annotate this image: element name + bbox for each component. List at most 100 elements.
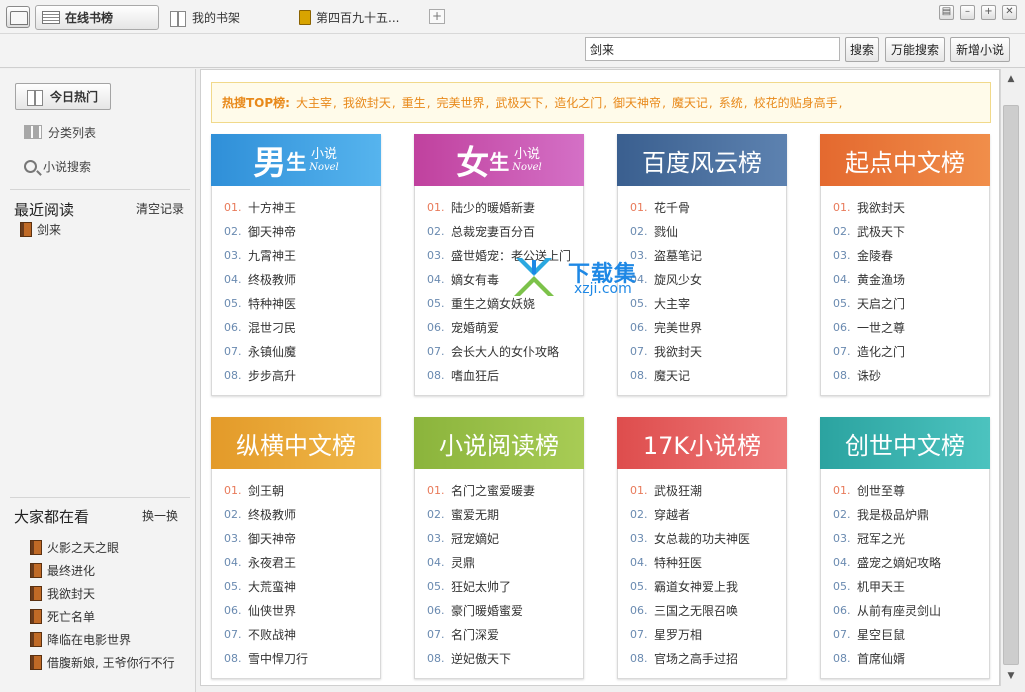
- ranking-item[interactable]: 02. 御天神帝: [224, 219, 374, 243]
- clear-records-link[interactable]: 清空记录: [136, 200, 184, 217]
- ranking-item[interactable]: 02. 终极教师: [224, 502, 374, 526]
- refresh-link[interactable]: 换一换: [142, 507, 178, 524]
- app-logo-icon[interactable]: [6, 6, 30, 28]
- universal-search-button[interactable]: 万能搜索: [885, 37, 945, 62]
- vertical-scrollbar[interactable]: ▲ ▼: [1000, 69, 1020, 686]
- ranking-item[interactable]: 05. 重生之嫡女妖娆: [427, 291, 577, 315]
- search-input[interactable]: [585, 37, 840, 61]
- ranking-item[interactable]: 04. 终极教师: [224, 267, 374, 291]
- tab-bookshelf[interactable]: 我的书架: [163, 5, 273, 30]
- nav-novel-search[interactable]: 小说搜索: [24, 155, 91, 177]
- ranking-item[interactable]: 01. 花千骨: [630, 195, 780, 219]
- hot-search-item[interactable]: 校花的贴身高手: [754, 94, 838, 111]
- ranking-item[interactable]: 01. 武极狂潮: [630, 478, 780, 502]
- nav-category-list[interactable]: 分类列表: [24, 121, 96, 143]
- ranking-item[interactable]: 03. 女总裁的功夫神医: [630, 526, 780, 550]
- ranking-item[interactable]: 01. 创世至尊: [833, 478, 983, 502]
- ranking-item[interactable]: 03. 金陵春: [833, 243, 983, 267]
- ranking-item[interactable]: 03. 盛世婚宠：老公送上门: [427, 243, 577, 267]
- ranking-item[interactable]: 02. 我是极品炉鼎: [833, 502, 983, 526]
- popular-book-item[interactable]: 借腹新娘, 王爷你行不行: [30, 653, 175, 671]
- ranking-item[interactable]: 06. 三国之无限召唤: [630, 598, 780, 622]
- ranking-item[interactable]: 04. 黄金渔场: [833, 267, 983, 291]
- ranking-item[interactable]: 03. 盗墓笔记: [630, 243, 780, 267]
- card-header[interactable]: 百度风云榜: [617, 134, 787, 186]
- hot-search-item[interactable]: 武极天下: [495, 94, 543, 111]
- ranking-item[interactable]: 08. 逆妃傲天下: [427, 646, 577, 670]
- ranking-item[interactable]: 07. 星空巨鼠: [833, 622, 983, 646]
- ranking-item[interactable]: 05. 天启之门: [833, 291, 983, 315]
- scroll-up-icon[interactable]: ▲: [1003, 71, 1019, 87]
- card-header[interactable]: 纵横中文榜: [211, 417, 381, 469]
- ranking-item[interactable]: 07. 会长大人的女仆攻略: [427, 339, 577, 363]
- ranking-item[interactable]: 01. 名门之蜜爱暖妻: [427, 478, 577, 502]
- ranking-item[interactable]: 01. 陆少的暖婚新妻: [427, 195, 577, 219]
- ranking-item[interactable]: 04. 灵鼎: [427, 550, 577, 574]
- hot-search-item[interactable]: 完美世界: [437, 94, 485, 111]
- ranking-item[interactable]: 03. 御天神帝: [224, 526, 374, 550]
- popular-book-item[interactable]: 死亡名单: [30, 607, 95, 625]
- hot-search-item[interactable]: 我欲封天: [343, 94, 391, 111]
- ranking-item[interactable]: 05. 狂妃太帅了: [427, 574, 577, 598]
- ranking-item[interactable]: 04. 特种狂医: [630, 550, 780, 574]
- search-button[interactable]: 搜索: [845, 37, 879, 62]
- close-icon[interactable]: ✕: [1002, 5, 1017, 20]
- ranking-item[interactable]: 06. 豪门暖婚蜜爱: [427, 598, 577, 622]
- hot-search-item[interactable]: 系统: [719, 94, 743, 111]
- ranking-item[interactable]: 07. 名门深爱: [427, 622, 577, 646]
- ranking-item[interactable]: 06. 一世之尊: [833, 315, 983, 339]
- hot-search-item[interactable]: 重生: [402, 94, 426, 111]
- ranking-item[interactable]: 05. 大荒蛮神: [224, 574, 374, 598]
- card-header[interactable]: 小说阅读榜: [414, 417, 584, 469]
- ranking-item[interactable]: 02. 武极天下: [833, 219, 983, 243]
- ranking-item[interactable]: 03. 冠军之光: [833, 526, 983, 550]
- ranking-item[interactable]: 02. 穿越者: [630, 502, 780, 526]
- card-header[interactable]: 起点中文榜: [820, 134, 990, 186]
- ranking-item[interactable]: 08. 官场之高手过招: [630, 646, 780, 670]
- maximize-icon[interactable]: +: [981, 5, 996, 20]
- ranking-item[interactable]: 07. 我欲封天: [630, 339, 780, 363]
- ranking-item[interactable]: 05. 大主宰: [630, 291, 780, 315]
- ranking-item[interactable]: 07. 不败战神: [224, 622, 374, 646]
- tab-current-book[interactable]: 第四百九十五...: [293, 5, 423, 30]
- ranking-item[interactable]: 05. 霸道女神爱上我: [630, 574, 780, 598]
- scroll-down-icon[interactable]: ▼: [1003, 668, 1019, 684]
- ranking-item[interactable]: 07. 造化之门: [833, 339, 983, 363]
- nav-today-hot[interactable]: 今日热门: [15, 83, 111, 110]
- ranking-item[interactable]: 02. 蜜爱无期: [427, 502, 577, 526]
- ranking-item[interactable]: 04. 嫡女有毒: [427, 267, 577, 291]
- card-header[interactable]: 女生小说 Novel: [414, 134, 584, 186]
- popular-book-item[interactable]: 我欲封天: [30, 584, 95, 602]
- ranking-item[interactable]: 08. 嗜血狂后: [427, 363, 577, 387]
- ranking-item[interactable]: 08. 步步高升: [224, 363, 374, 387]
- ranking-item[interactable]: 04. 旋风少女: [630, 267, 780, 291]
- ranking-item[interactable]: 03. 九霄神王: [224, 243, 374, 267]
- ranking-item[interactable]: 02. 戮仙: [630, 219, 780, 243]
- ranking-item[interactable]: 08. 雪中悍刀行: [224, 646, 374, 670]
- add-tab-button[interactable]: +: [429, 9, 445, 24]
- popular-book-item[interactable]: 降临在电影世界: [30, 630, 131, 648]
- minimize-icon[interactable]: –: [960, 5, 975, 20]
- hot-search-item[interactable]: 御天神帝: [613, 94, 661, 111]
- ranking-item[interactable]: 06. 完美世界: [630, 315, 780, 339]
- card-header[interactable]: 17K小说榜: [617, 417, 787, 469]
- hot-search-item[interactable]: 大主宰: [296, 94, 332, 111]
- hot-search-item[interactable]: 魔天记: [672, 94, 708, 111]
- ranking-item[interactable]: 01. 剑王朝: [224, 478, 374, 502]
- ranking-item[interactable]: 02. 总裁宠妻百分百: [427, 219, 577, 243]
- settings-icon[interactable]: ▤: [939, 5, 954, 20]
- ranking-item[interactable]: 06. 混世刁民: [224, 315, 374, 339]
- ranking-item[interactable]: 05. 机甲天王: [833, 574, 983, 598]
- ranking-item[interactable]: 08. 诛砂: [833, 363, 983, 387]
- ranking-item[interactable]: 06. 宠婚萌爱: [427, 315, 577, 339]
- ranking-item[interactable]: 05. 特种神医: [224, 291, 374, 315]
- ranking-item[interactable]: 08. 魔天记: [630, 363, 780, 387]
- card-header[interactable]: 创世中文榜: [820, 417, 990, 469]
- tab-online-rankings[interactable]: 在线书榜: [35, 5, 159, 30]
- ranking-item[interactable]: 07. 星罗万相: [630, 622, 780, 646]
- scroll-thumb[interactable]: [1003, 105, 1019, 665]
- ranking-item[interactable]: 07. 永镇仙魔: [224, 339, 374, 363]
- popular-book-item[interactable]: 火影之天之眼: [30, 538, 119, 556]
- add-novel-button[interactable]: 新增小说: [950, 37, 1010, 62]
- popular-book-item[interactable]: 最终进化: [30, 561, 95, 579]
